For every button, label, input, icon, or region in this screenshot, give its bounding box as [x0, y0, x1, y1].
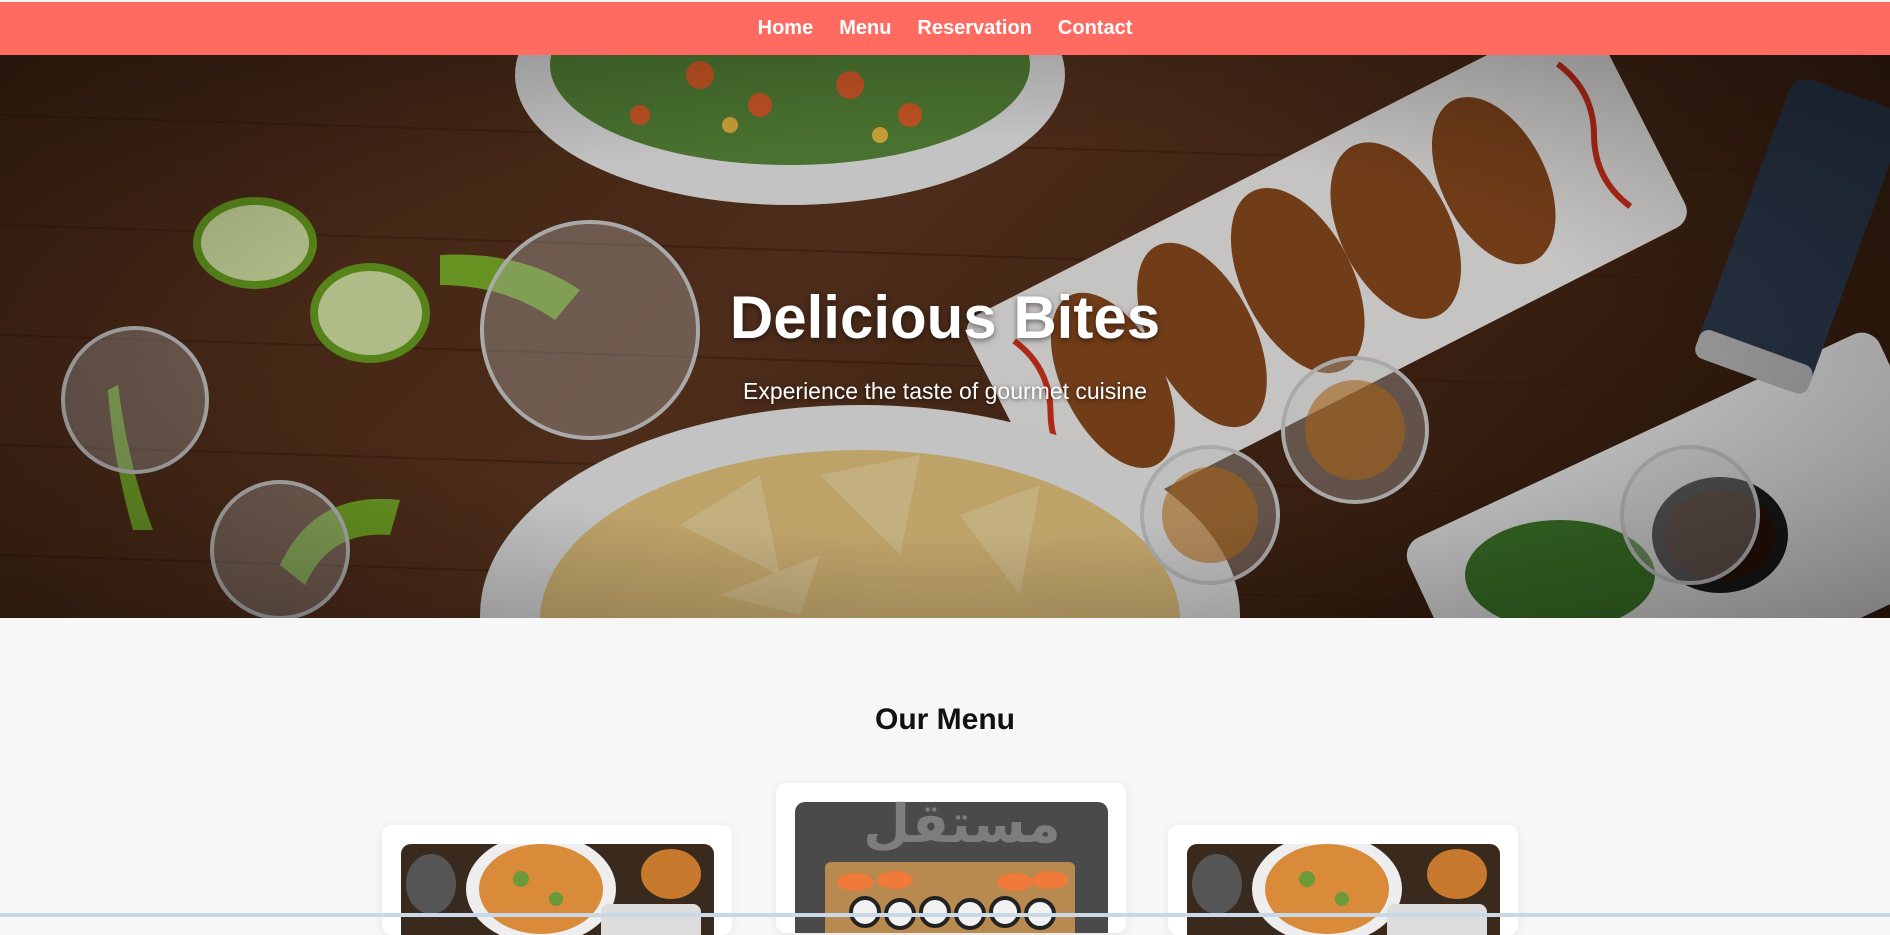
- food-platter-image: [401, 844, 714, 935]
- nav-link-reservation[interactable]: Reservation: [917, 17, 1032, 40]
- mostaql-watermark-logo: مستقل: [862, 790, 1062, 860]
- hero-title: Delicious Bites: [729, 284, 1161, 351]
- hero-subtitle: Experience the taste of gourmet cuisine: [742, 378, 1147, 404]
- nav-link-contact[interactable]: Contact: [1058, 17, 1132, 40]
- hero-banner: Delicious Bites Experience the taste of …: [0, 55, 1890, 618]
- watermark-text: مستقل: [863, 792, 1061, 855]
- menu-section-title: Our Menu: [875, 703, 1015, 736]
- window-bottom-edge: [0, 913, 1890, 917]
- top-navigation: Home Menu Reservation Contact: [0, 2, 1890, 55]
- menu-card[interactable]: [1168, 825, 1518, 935]
- food-platter-image: [1187, 844, 1500, 935]
- menu-card[interactable]: [382, 825, 732, 935]
- nav-link-home[interactable]: Home: [758, 17, 814, 40]
- nav-link-menu[interactable]: Menu: [839, 17, 891, 40]
